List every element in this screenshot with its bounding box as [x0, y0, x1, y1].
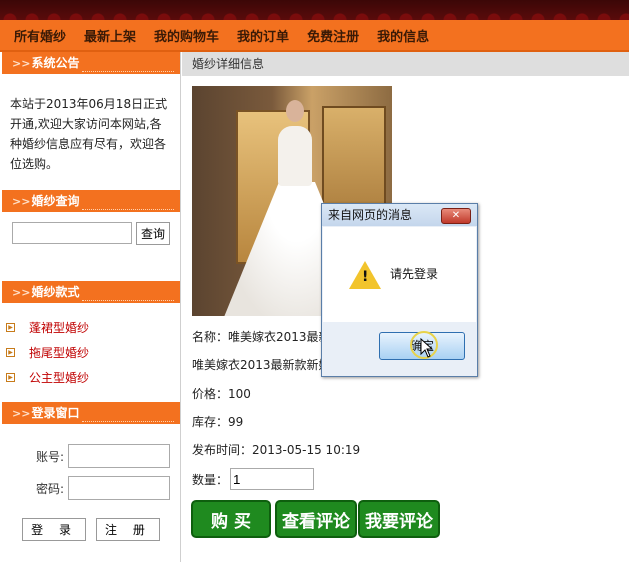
style-item[interactable]: ▶ 拖尾型婚纱 [6, 340, 176, 365]
search-button[interactable]: 查询 [136, 222, 170, 245]
add-comment-button[interactable]: 我要评论 [358, 500, 440, 538]
dialog-body: ! 请先登录 [323, 227, 476, 322]
notice-text: 本站于2013年06月18日正式开通,欢迎大家访问本网站,各种婚纱信息应有尽有，… [10, 97, 168, 171]
view-comments-button[interactable]: 查看评论 [275, 500, 357, 538]
style-item-label[interactable]: 蓬裙型婚纱 [29, 319, 89, 336]
bullet-icon: ▶ [6, 323, 15, 332]
sidebar: >>系统公告 本站于2013年06月18日正式开通,欢迎大家访问本网站,各种婚纱… [2, 52, 181, 562]
style-item[interactable]: ▶ 公主型婚纱 [6, 365, 176, 390]
bullet-icon: ▶ [6, 348, 15, 357]
quantity-input[interactable] [230, 468, 315, 490]
styles-header: >>婚纱款式 [2, 281, 180, 303]
nav-orders[interactable]: 我的订单 [237, 26, 289, 45]
login-header: >>登录窗口 [2, 402, 180, 424]
mouse-cursor-icon [420, 338, 434, 358]
password-input[interactable] [68, 476, 170, 500]
search-title: 婚纱查询 [31, 194, 80, 208]
breadcrumb: 婚纱详细信息 [182, 52, 629, 76]
notice-header: >>系统公告 [2, 52, 180, 74]
quantity-label: 数量： [192, 472, 229, 487]
chevron-icon: >> [12, 57, 31, 70]
dialog-title-bar: 来自网页的消息 ✕ [322, 204, 477, 226]
product-description: 唯美嫁衣2013最新款新娘 [192, 358, 331, 372]
account-label: 账号: [35, 449, 64, 464]
top-decoration [0, 0, 629, 20]
product-name: 名称：唯美嫁衣2013最新 [192, 330, 331, 344]
close-icon[interactable]: ✕ [441, 208, 471, 224]
login-button[interactable]: 登 录 [22, 518, 86, 541]
nav-new-arrivals[interactable]: 最新上架 [84, 26, 136, 45]
login-title: 登录窗口 [31, 406, 80, 420]
account-input[interactable] [68, 444, 170, 468]
chevron-icon: >> [12, 195, 31, 208]
bullet-icon: ▶ [6, 373, 15, 382]
nav-all-dresses[interactable]: 所有婚纱 [14, 26, 66, 45]
nav-my-info[interactable]: 我的信息 [377, 26, 429, 45]
style-item[interactable]: ▶ 蓬裙型婚纱 [6, 315, 176, 340]
warning-icon: ! [349, 261, 381, 289]
register-button[interactable]: 注 册 [96, 518, 160, 541]
dialog-message: 请先登录 [390, 267, 439, 281]
notice-title: 系统公告 [31, 56, 80, 70]
style-item-label[interactable]: 公主型婚纱 [29, 369, 89, 386]
photo-dress-bodice [278, 126, 312, 186]
search-input[interactable] [12, 222, 132, 244]
chevron-icon: >> [12, 286, 31, 299]
dialog-title: 来自网页的消息 [328, 208, 413, 222]
main-nav: 所有婚纱 最新上架 我的购物车 我的订单 免费注册 我的信息 [0, 20, 629, 52]
search-box: 查询 [2, 212, 180, 255]
style-list: ▶ 蓬裙型婚纱 ▶ 拖尾型婚纱 ▶ 公主型婚纱 [2, 303, 180, 394]
nav-register[interactable]: 免费注册 [307, 26, 359, 45]
styles-title: 婚纱款式 [31, 285, 80, 299]
style-item-label[interactable]: 拖尾型婚纱 [29, 344, 89, 361]
chevron-icon: >> [12, 407, 31, 420]
nav-cart[interactable]: 我的购物车 [154, 26, 219, 45]
alert-dialog: 来自网页的消息 ✕ ! 请先登录 确定 [321, 203, 478, 377]
password-label: 密码: [35, 481, 64, 496]
buy-button[interactable]: 购 买 [191, 500, 271, 538]
product-price: 价格：100 [192, 387, 251, 401]
login-form: 账号: 密码: 登 录 注 册 [2, 424, 180, 561]
product-stock: 库存：99 [192, 415, 244, 429]
product-date: 发布时间：2013-05-15 10:19 [192, 443, 361, 457]
quantity-row: 数量： [192, 468, 315, 490]
photo-model-head [286, 100, 304, 122]
search-header: >>婚纱查询 [2, 190, 180, 212]
